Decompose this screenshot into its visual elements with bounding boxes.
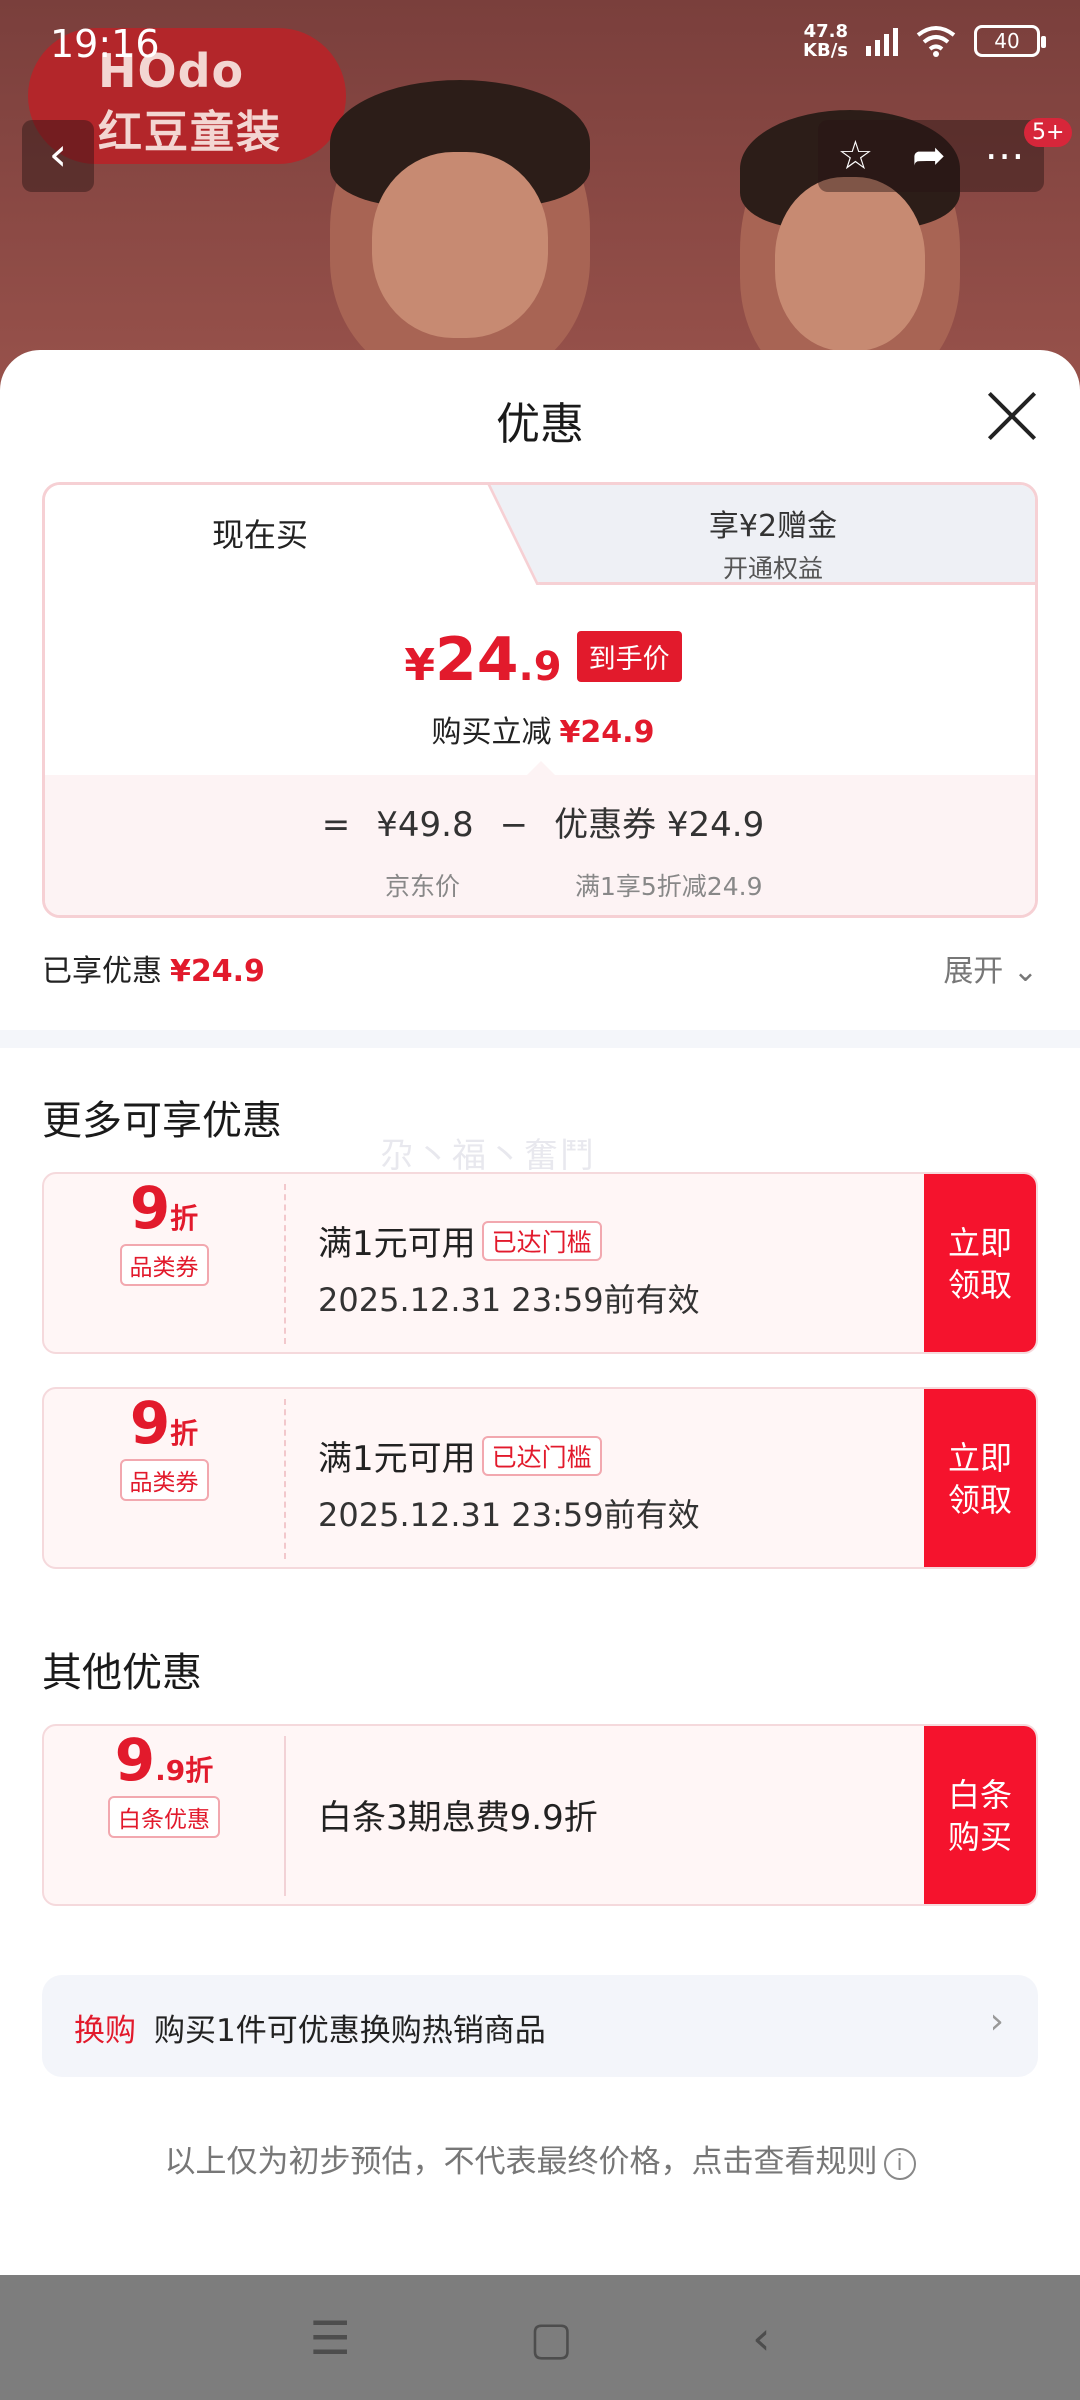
enjoyed-discount: 已享优惠 ¥24.9 <box>42 954 265 989</box>
back-nav-icon[interactable]: ‹ <box>752 2311 770 2365</box>
coupon-validity: 2025.12.31 23:59前有效 <box>318 1281 700 1319</box>
home-icon[interactable]: ▢ <box>530 2311 573 2365</box>
chevron-down-icon: ⌄ <box>1012 954 1038 989</box>
cart-badge: 5+ <box>1024 118 1073 147</box>
jd-price: ¥49.8 <box>376 805 474 845</box>
close-icon[interactable] <box>986 390 1038 442</box>
other-offers-title: 其他优惠 <box>42 1650 202 1696</box>
coupon-card: 9折 品类券 满1元可用 已达门槛 2025.12.31 23:59前有效 立即领… <box>42 1387 1038 1569</box>
chevron-right-icon: › <box>989 2001 1004 2042</box>
watermark: 尕丶福丶奮鬥 <box>380 1136 596 1176</box>
coupon-card: 9折 品类券 满1元可用 已达门槛 2025.12.31 23:59前有效 立即领… <box>42 1172 1038 1354</box>
rules-footnote[interactable]: 以上仅为初步预估，不代表最终价格，点击查看规则 i <box>0 2136 1080 2181</box>
coupon-type-badge: 品类券 <box>119 1459 209 1501</box>
price-card: 享¥2赠金 开通权益 现在买 ¥24.9 到手价 购买立减 ¥24.9 = ¥49… <box>42 482 1038 918</box>
coupon-type-badge: 品类券 <box>119 1244 209 1286</box>
baitiao-type-badge: 白条优惠 <box>108 1796 220 1838</box>
baitiao-buy-button[interactable]: 白条购买 <box>924 1726 1036 1904</box>
tab-buy-now[interactable]: 现在买 <box>45 485 475 585</box>
jd-price-label: 京东价 <box>385 872 461 901</box>
claim-coupon-button[interactable]: 立即领取 <box>924 1389 1036 1567</box>
info-icon: i <box>883 2148 916 2180</box>
instant-reduction: 购买立减 ¥24.9 <box>431 715 655 750</box>
status-time: 19:16 <box>50 22 160 66</box>
coupon-note: 满1享5折减24.9 <box>575 872 763 901</box>
expand-button[interactable]: 展开 ⌄ <box>943 946 1038 990</box>
swap-label: 换购 <box>74 2013 136 2049</box>
final-price-tag: 到手价 <box>576 631 682 682</box>
share-icon[interactable]: ➦ <box>912 133 946 179</box>
favorite-star-icon[interactable]: ☆ <box>837 133 873 179</box>
battery-icon: 40 <box>974 25 1046 57</box>
network-speed: 47.8 KB/s <box>803 21 848 61</box>
coupon-condition: 满1元可用 <box>318 1224 476 1264</box>
swap-text: 购买1件可优惠换购热销商品 <box>154 2013 546 2049</box>
system-nav-bar: ☰ ▢ ‹ <box>0 2275 1080 2400</box>
menu-icon[interactable]: ☰ <box>309 2311 350 2365</box>
coupon-deduction: 优惠券 ¥24.9 <box>554 805 765 845</box>
coupon-validity: 2025.12.31 23:59前有效 <box>318 1496 700 1534</box>
price-breakdown: = ¥49.8 − 优惠券 ¥24.9 京东价 满1享5折减24.9 <box>45 775 1035 915</box>
threshold-reached-badge: 已达门槛 <box>481 1221 602 1261</box>
coupon-condition: 满1元可用 <box>318 1439 476 1479</box>
status-bar: 19:16 47.8 KB/s 40 <box>0 0 1080 90</box>
tab-gift[interactable]: 享¥2赠金 开通权益 <box>465 485 1035 585</box>
wifi-icon <box>916 26 956 57</box>
section-divider <box>0 1030 1080 1048</box>
signal-icon <box>866 26 898 56</box>
claim-coupon-button[interactable]: 立即领取 <box>924 1174 1036 1352</box>
final-price: ¥24.9 到手价 <box>45 625 1035 695</box>
baitiao-description: 白条3期息费9.9折 <box>318 1798 598 1838</box>
model-photo <box>330 80 590 380</box>
sheet-title: 优惠 <box>496 399 584 450</box>
top-actions: ☆ ➦ ⋯ <box>818 120 1044 192</box>
discount-sheet: 优惠 享¥2赠金 开通权益 现在买 ¥24.9 到手价 购买立减 ¥24.9 = … <box>0 350 1080 2275</box>
more-offers-title: 更多可享优惠 <box>42 1098 282 1144</box>
more-icon[interactable]: ⋯ <box>985 133 1025 179</box>
back-button[interactable]: ‹ <box>22 120 94 192</box>
swap-offer-row[interactable]: 换购 购买1件可优惠换购热销商品 › <box>42 1975 1038 2077</box>
baitiao-offer-card: 9.9折 白条优惠 白条3期息费9.9折 白条购买 <box>42 1724 1038 1906</box>
threshold-reached-badge: 已达门槛 <box>481 1436 602 1476</box>
